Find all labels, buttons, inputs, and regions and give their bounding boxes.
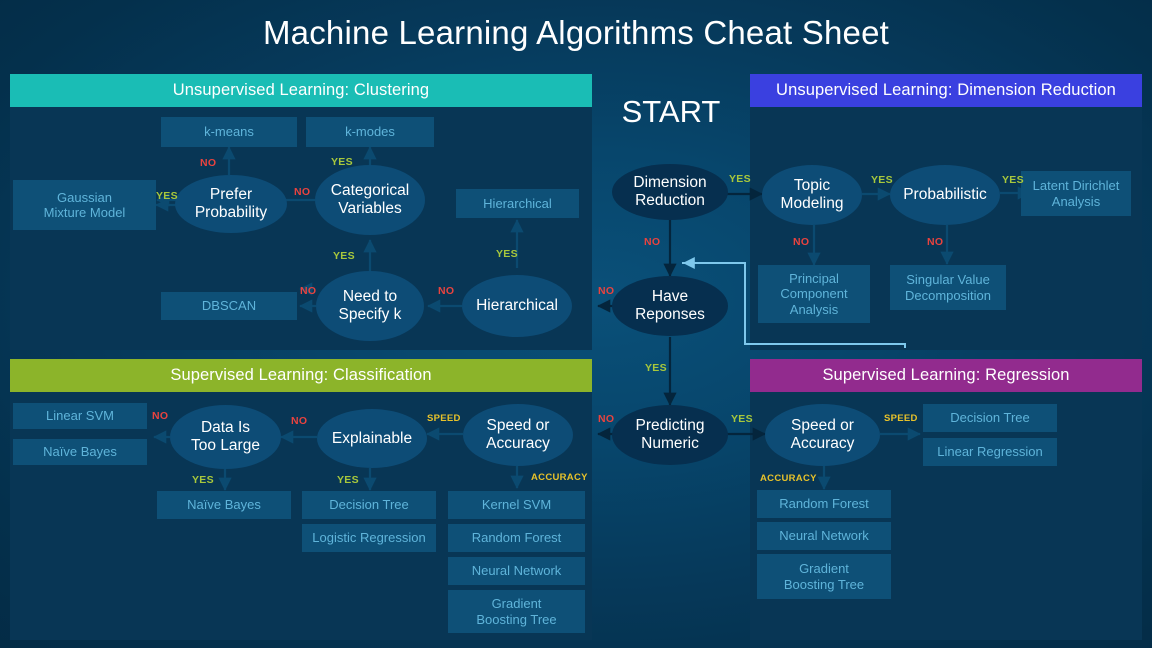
label-cv-no: NO [294, 186, 311, 198]
node-hierarchical-decision[interactable]: Hierarchical [462, 275, 572, 337]
box-gaussian-mixture-model[interactable]: Gaussian Mixture Model [13, 180, 156, 230]
label-cv-yes: YES [331, 156, 353, 168]
node-topic-modeling[interactable]: Topic Modeling [762, 165, 862, 225]
label-tm-no: NO [793, 236, 810, 248]
label-dtl-yes: YES [192, 474, 214, 486]
box-dbscan[interactable]: DBSCAN [161, 292, 297, 320]
box-neural-network-regression[interactable]: Neural Network [757, 522, 891, 550]
node-speed-or-accuracy-regression[interactable]: Speed or Accuracy [765, 404, 880, 466]
box-decision-tree-regression[interactable]: Decision Tree [923, 404, 1057, 432]
label-sa-speed-classification: SPEED [427, 413, 461, 424]
box-random-forest-classification[interactable]: Random Forest [448, 524, 585, 552]
box-decision-tree-classification[interactable]: Decision Tree [302, 491, 436, 519]
start-label: START [621, 94, 721, 129]
node-prefer-probability[interactable]: Prefer Probability [175, 175, 287, 233]
box-neural-network-classification[interactable]: Neural Network [448, 557, 585, 585]
label-sa-speed-regression: SPEED [884, 413, 918, 424]
node-have-responses[interactable]: Have Reponses [612, 276, 728, 336]
label-nk-yes: YES [333, 250, 355, 262]
box-linear-svm[interactable]: Linear SVM [13, 403, 147, 429]
label-ex-yes: YES [337, 474, 359, 486]
label-pp-yes: YES [156, 190, 178, 202]
label-sa-accuracy-regression: ACCURACY [760, 473, 817, 484]
box-hierarchical-outcome[interactable]: Hierarchical [456, 189, 579, 218]
node-need-to-specify-k[interactable]: Need to Specify k [316, 271, 424, 341]
node-predicting-numeric[interactable]: Predicting Numeric [612, 405, 728, 465]
page-title: Machine Learning Algorithms Cheat Sheet [262, 14, 889, 51]
box-naive-bayes[interactable]: Naïve Bayes [157, 491, 291, 519]
box-k-modes[interactable]: k-modes [306, 117, 434, 147]
node-data-is-too-large[interactable]: Data Is Too Large [170, 405, 281, 469]
label-dtl-no: NO [152, 410, 169, 422]
header-clustering: Unsupervised Learning: Clustering [10, 74, 592, 107]
node-dimension-reduction[interactable]: Dimension Reduction [612, 164, 728, 220]
label-pn-no: NO [598, 413, 615, 425]
node-probabilistic[interactable]: Probabilistic [890, 165, 1000, 225]
label-hi-yes: YES [496, 248, 518, 260]
box-gradient-boosting-tree-classification[interactable]: Gradient Boosting Tree [448, 590, 585, 633]
label-ex-no: NO [291, 415, 308, 427]
cheat-sheet-canvas: Machine Learning Algorithms Cheat Sheet … [0, 0, 1152, 648]
label-hr-yes: YES [645, 362, 667, 374]
box-gradient-boosting-tree-regression[interactable]: Gradient Boosting Tree [757, 554, 891, 599]
label-dr-no: NO [644, 236, 661, 248]
label-tm-yes: YES [871, 174, 893, 186]
node-explainable[interactable]: Explainable [317, 409, 427, 468]
label-pr-yes: YES [1002, 174, 1024, 186]
header-classification: Supervised Learning: Classification [10, 359, 592, 392]
label-hr-no: NO [598, 285, 615, 297]
box-random-forest-regression[interactable]: Random Forest [757, 490, 891, 518]
label-sa-accuracy-classification: ACCURACY [531, 472, 588, 483]
box-linear-regression[interactable]: Linear Regression [923, 438, 1057, 466]
label-pp-no: NO [200, 157, 217, 169]
node-categorical-variables[interactable]: Categorical Variables [315, 165, 425, 235]
node-speed-or-accuracy-classification[interactable]: Speed or Accuracy [463, 404, 573, 466]
header-regression: Supervised Learning: Regression [750, 359, 1142, 392]
label-nk-no: NO [300, 285, 317, 297]
box-latent-dirichlet-analysis[interactable]: Latent Dirichlet Analysis [1021, 171, 1131, 216]
label-hi-no: NO [438, 285, 455, 297]
box-naive-bayes-large[interactable]: Naïve Bayes [13, 439, 147, 465]
box-logistic-regression[interactable]: Logistic Regression [302, 524, 436, 552]
box-singular-value-decomposition[interactable]: Singular Value Decomposition [890, 265, 1006, 310]
box-principal-component-analysis[interactable]: Principal Component Analysis [758, 265, 870, 323]
box-kernel-svm[interactable]: Kernel SVM [448, 491, 585, 519]
box-k-means[interactable]: k-means [161, 117, 297, 147]
label-pn-yes: YES [731, 413, 753, 425]
label-pr-no: NO [927, 236, 944, 248]
label-dr-yes: YES [729, 173, 751, 185]
header-dimension-reduction: Unsupervised Learning: Dimension Reducti… [750, 74, 1142, 107]
